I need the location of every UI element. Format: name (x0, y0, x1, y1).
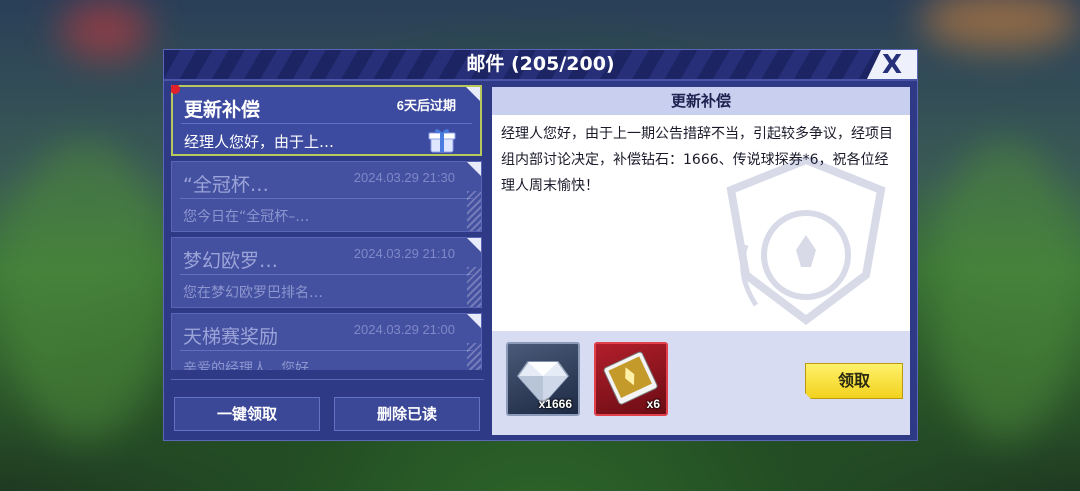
attachments-bar: x1666 x6 领取 (492, 331, 910, 435)
close-button[interactable]: X (867, 50, 917, 79)
mail-subject: “全冠杯… (183, 174, 269, 196)
mail-item-selected[interactable]: 更新补偿 6天后过期 经理人您好，由于上… (171, 85, 482, 156)
attachment-quantity: x6 (646, 397, 660, 411)
mail-divider (180, 350, 473, 351)
mail-item[interactable]: 天梯赛奖励 2024.03.29 21:00 亲爱的经理人，您好 (171, 313, 482, 370)
claim-all-button[interactable]: 一键领取 (174, 397, 320, 431)
detail-title: 更新补偿 (492, 87, 910, 115)
mail-divider (180, 274, 473, 275)
mail-divider (180, 198, 473, 199)
mail-date: 2024.03.29 21:30 (353, 170, 455, 185)
dialog-title: 邮件 (205/200) (466, 53, 615, 75)
mail-preview: 您今日在“全冠杯–… (183, 209, 310, 225)
corner-fold (467, 238, 481, 252)
list-divider (171, 379, 484, 380)
mail-item[interactable]: “全冠杯… 2024.03.29 21:30 您今日在“全冠杯–… (171, 161, 482, 232)
mail-item[interactable]: 梦幻欧罗… 2024.03.29 21:10 您在梦幻欧罗巴排名… (171, 237, 482, 308)
mail-divider (181, 123, 472, 124)
mail-date: 2024.03.29 21:00 (353, 322, 455, 337)
corner-fold (467, 162, 481, 176)
detail-body: 经理人您好，由于上一期公告措辞不当，引起较多争议，经项目组内部讨论决定，补偿钻石… (492, 115, 910, 331)
mail-list[interactable]: 更新补偿 6天后过期 经理人您好，由于上… “全冠杯… 2024.03.29 2… (171, 85, 484, 370)
mail-preview: 您在梦幻欧罗巴排名… (183, 285, 323, 301)
mail-date: 2024.03.29 21:10 (353, 246, 455, 261)
claim-button[interactable]: 领取 (805, 363, 903, 399)
corner-fold (466, 87, 480, 101)
delete-read-button[interactable]: 删除已读 (334, 397, 480, 431)
mail-subject: 天梯赛奖励 (183, 326, 279, 348)
stripe-decoration (467, 343, 481, 370)
mail-subject: 梦幻欧罗… (183, 250, 279, 272)
mail-dialog: 邮件 (205/200) X 更新补偿 6天后过期 经理人您好，由于上… “全冠… (163, 49, 918, 441)
mail-expiry: 6天后过期 (396, 98, 456, 113)
mail-preview: 经理人您好，由于上… (184, 133, 335, 151)
unread-dot (171, 85, 180, 94)
attachment-quantity: x1666 (538, 397, 572, 411)
attachment-item-diamond[interactable]: x1666 (506, 342, 580, 416)
mail-preview: 亲爱的经理人，您好 (183, 361, 309, 370)
mail-detail: 更新补偿 经理人您好，由于上一期公告措辞不当，引起较多争议，经项目组内部讨论决定… (492, 87, 910, 435)
mail-subject: 更新补偿 (184, 99, 261, 121)
football-crest-watermark (726, 155, 886, 325)
attachment-item-ticket[interactable]: x6 (594, 342, 668, 416)
stripe-decoration (467, 267, 481, 307)
stripe-decoration (467, 191, 481, 231)
gift-icon (428, 129, 456, 153)
dialog-titlebar: 邮件 (205/200) X (164, 50, 917, 81)
corner-fold (467, 314, 481, 328)
